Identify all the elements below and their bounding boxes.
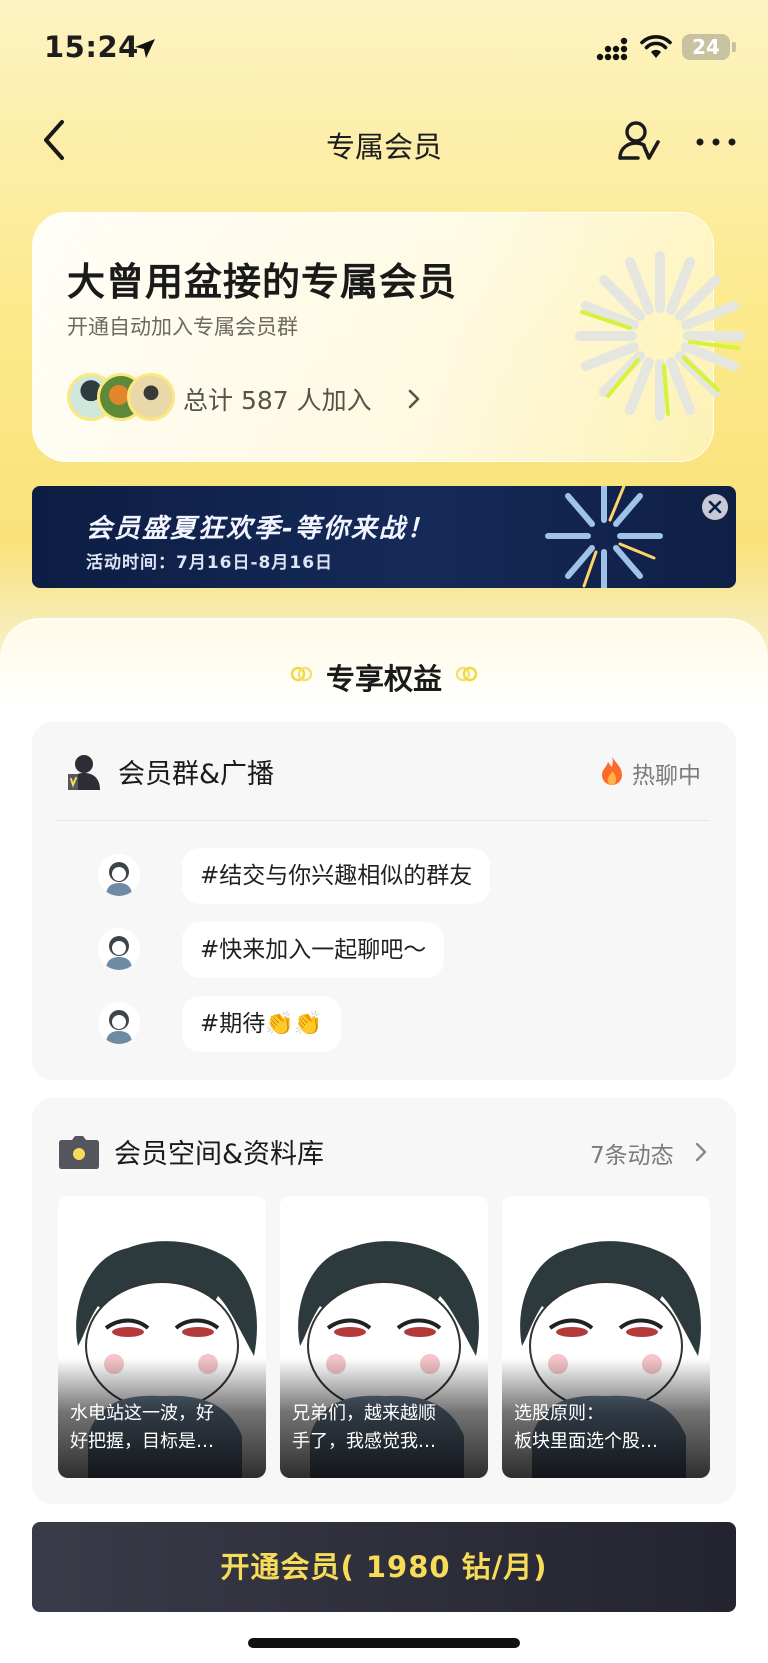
chat-bubble: #结交与你兴趣相似的群友 [182, 848, 491, 904]
post-line-1: 兄弟们，越来越顺 [292, 1403, 436, 1424]
post-line-2: 板块里面选个股… [514, 1431, 658, 1452]
battery-level: 24 [692, 35, 720, 59]
membership-title: 大曾用盆接的专属会员 [67, 260, 458, 304]
member-space-card[interactable]: 会员空间&资料库 7条动态 水电站这一波，好 好把握，目标是… 兄弟们，越来越顺… [32, 1098, 736, 1504]
promo-title: 会员盛夏狂欢季-等你来战！ [86, 514, 435, 544]
avatar [127, 373, 175, 421]
close-banner-button[interactable] [702, 494, 728, 520]
wifi-icon [640, 35, 672, 58]
promo-starburst-icon [545, 486, 663, 588]
chat-bubble: #期待👏👏 [182, 996, 341, 1052]
section-title-wrap: 专享权益 [0, 656, 768, 698]
status-time: 15:24 [44, 30, 139, 64]
post-line-1: 选股原则： [514, 1403, 604, 1424]
hot-chat-status: 热聊中 [632, 763, 701, 789]
battery-icon: 24 [682, 34, 736, 60]
avatar [98, 854, 140, 896]
member-group-icon [68, 755, 100, 790]
space-post-card[interactable]: 选股原则： 板块里面选个股… [502, 1196, 710, 1478]
member-space-title: 会员空间&资料库 [114, 1139, 325, 1170]
post-excerpt: 水电站这一波，好 好把握，目标是… [70, 1400, 254, 1456]
member-count-link[interactable]: 总计 587 人加入 [183, 381, 372, 417]
promo-banner[interactable]: 会员盛夏狂欢季-等你来战！ 活动时间：7月16日-8月16日 [32, 486, 736, 588]
section-title: 专享权益 [325, 662, 442, 696]
post-excerpt: 兄弟们，越来越顺 手了，我感觉我… [292, 1400, 476, 1456]
cellular-signal-icon [596, 37, 628, 61]
member-group-card[interactable]: 会员群&广播 热聊中 #结交与你兴趣相似的群友 #快来加入一起聊吧～ #期待👏👏 [32, 722, 736, 1080]
avatar [98, 928, 140, 970]
status-bar: 15:24 24 [0, 0, 768, 96]
close-icon [708, 500, 722, 514]
promo-date: 活动时间：7月16日-8月16日 [86, 553, 334, 573]
member-avatars[interactable] [67, 373, 175, 421]
updates-count-link[interactable]: 7条动态 [590, 1136, 674, 1170]
space-post-card[interactable]: 兄弟们，越来越顺 手了，我感觉我… [280, 1196, 488, 1478]
subscribe-button[interactable]: 开通会员( 1980 钻/月) [32, 1522, 736, 1612]
more-options-icon[interactable] [692, 128, 740, 156]
post-line-2: 手了，我感觉我… [292, 1431, 436, 1452]
member-group-title: 会员群&广播 [118, 759, 275, 790]
camera-folder-icon [59, 1136, 99, 1169]
membership-subtitle: 开通自动加入专属会员群 [67, 315, 298, 339]
location-arrow-icon [135, 39, 155, 58]
fire-icon [602, 756, 622, 785]
divider [56, 820, 710, 821]
post-line-1: 水电站这一波，好 [70, 1403, 214, 1424]
chevron-right-icon[interactable] [405, 385, 423, 413]
member-profile-icon[interactable] [616, 118, 664, 166]
avatar [98, 1002, 140, 1044]
chevron-right-icon[interactable] [694, 1140, 708, 1164]
decorative-rings-icon [455, 666, 478, 682]
post-excerpt: 选股原则： 板块里面选个股… [514, 1400, 698, 1456]
home-indicator[interactable] [248, 1638, 520, 1648]
post-line-2: 好把握，目标是… [70, 1431, 214, 1452]
decorative-starburst-icon [575, 251, 745, 421]
chat-bubble: #快来加入一起聊吧～ [182, 922, 445, 978]
space-post-card[interactable]: 水电站这一波，好 好把握，目标是… [58, 1196, 266, 1478]
